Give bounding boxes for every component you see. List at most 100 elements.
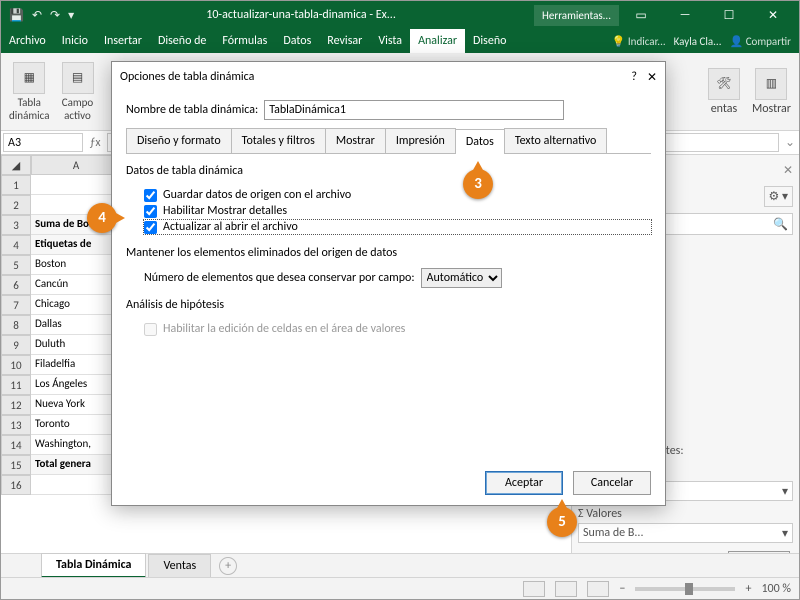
row-header[interactable]: 11	[1, 375, 31, 395]
cell[interactable]: Cancún	[31, 275, 121, 295]
close-icon[interactable]: ✕	[751, 1, 795, 29]
values-area-item[interactable]: Suma de B...▾	[578, 523, 793, 543]
row-header[interactable]: 1	[1, 175, 31, 195]
zoom-in-icon[interactable]: +	[745, 582, 751, 596]
row-header[interactable]: 7	[1, 295, 31, 315]
tab-inicio[interactable]: Inicio	[54, 29, 96, 53]
cell[interactable]: Etiquetas de	[31, 235, 121, 255]
dialog-help-icon[interactable]: ?	[631, 70, 637, 84]
share-button[interactable]: 👤 Compartir	[730, 35, 792, 48]
row-header[interactable]: 15	[1, 455, 31, 475]
quick-access-toolbar: 💾 ↶ ↷ ▾	[9, 8, 74, 23]
sheet-tab-bar: Tabla Dinámica Ventas +	[1, 553, 799, 577]
cell[interactable]	[31, 175, 121, 195]
num-items-select[interactable]: Automático	[421, 268, 502, 288]
row-header[interactable]: 10	[1, 355, 31, 375]
accept-button[interactable]: Aceptar	[485, 471, 563, 495]
row-header[interactable]: 6	[1, 275, 31, 295]
ribbon-options-icon[interactable]: ▭	[619, 1, 663, 29]
tell-me[interactable]: 💡 Indicar...	[612, 35, 666, 48]
chk-mostrar-detalles[interactable]: Habilitar Mostrar detalles	[144, 204, 651, 218]
dtab-totales-filtros[interactable]: Totales y filtros	[231, 128, 326, 153]
maximize-icon[interactable]: ☐	[707, 1, 751, 29]
cell[interactable]: Nueva York	[31, 395, 121, 415]
new-sheet-button[interactable]: +	[219, 557, 237, 575]
ribbon-group-campo-activo[interactable]: ▤ Campo activo	[62, 62, 94, 122]
sheet-tab-ventas[interactable]: Ventas	[148, 554, 211, 577]
row-header[interactable]: 5	[1, 255, 31, 275]
cell[interactable]: Total genera	[31, 455, 121, 475]
values-area-label: Σ Valores	[578, 507, 793, 521]
row-header[interactable]: 12	[1, 395, 31, 415]
qat-more-icon[interactable]: ▾	[68, 8, 74, 23]
show-icon: ▥	[755, 68, 787, 100]
pivot-table-icon: ▦	[13, 62, 45, 94]
fx-icon[interactable]: ƒx	[85, 131, 105, 154]
cancel-button[interactable]: Cancelar	[573, 471, 651, 495]
pivot-options-dialog: Opciones de tabla dinámica ? ✕ Nombre de…	[111, 61, 666, 506]
row-header[interactable]: 4	[1, 235, 31, 255]
cell[interactable]	[31, 475, 121, 495]
tab-insertar[interactable]: Insertar	[96, 29, 150, 53]
tab-formulas[interactable]: Fórmulas	[214, 29, 275, 53]
tab-datos[interactable]: Datos	[275, 29, 319, 53]
zoom-out-icon[interactable]: −	[619, 582, 625, 596]
dtab-impresion[interactable]: Impresión	[385, 128, 456, 153]
cell[interactable]: Dallas	[31, 315, 121, 335]
row-header[interactable]: 16	[1, 475, 31, 495]
dtab-diseno-formato[interactable]: Diseño y formato	[126, 128, 232, 153]
section-analisis-hipotesis: Análisis de hipótesis	[126, 298, 651, 312]
cell[interactable]: Washington,	[31, 435, 121, 455]
cell[interactable]: Boston	[31, 255, 121, 275]
cell[interactable]: Los Ángeles	[31, 375, 121, 395]
sheet-tab-tabla-dinamica[interactable]: Tabla Dinámica	[41, 553, 146, 578]
dtab-texto-alternativo[interactable]: Texto alternativo	[504, 128, 608, 153]
zoom-level[interactable]: 100 %	[761, 582, 791, 596]
tab-analizar[interactable]: Analizar	[410, 29, 465, 53]
minimize-icon[interactable]: —	[663, 1, 707, 29]
chk-guardar-datos[interactable]: Guardar datos de origen con el archivo	[144, 188, 651, 202]
tools-icon: 🛠	[708, 68, 740, 100]
row-header[interactable]: 14	[1, 435, 31, 455]
tab-revisar[interactable]: Revisar	[319, 29, 370, 53]
pane-close-icon[interactable]: ✕	[783, 163, 793, 178]
select-all-corner[interactable]: ◢	[1, 155, 31, 175]
cell[interactable]: Filadelfia	[31, 355, 121, 375]
view-normal-icon[interactable]	[523, 581, 545, 597]
redo-icon[interactable]: ↷	[50, 8, 60, 23]
tab-diseno-pagina[interactable]: Diseño de	[150, 29, 214, 53]
title-bar: 💾 ↶ ↷ ▾ 10-actualizar-una-tabla-dinamica…	[1, 1, 799, 29]
col-header-a[interactable]: A	[31, 155, 121, 175]
tab-diseno[interactable]: Diseño	[465, 29, 514, 53]
dtab-datos[interactable]: Datos	[455, 129, 505, 154]
undo-icon[interactable]: ↶	[32, 8, 42, 23]
row-header[interactable]: 8	[1, 315, 31, 335]
view-pagebreak-icon[interactable]	[587, 581, 609, 597]
ribbon-group-mostrar[interactable]: ▥ Mostrar	[752, 68, 791, 116]
cell[interactable]: Toronto	[31, 415, 121, 435]
view-layout-icon[interactable]	[555, 581, 577, 597]
name-box[interactable]	[3, 133, 83, 152]
ribbon-tabs: Archivo Inicio Insertar Diseño de Fórmul…	[1, 29, 799, 53]
ribbon-group-herramientas[interactable]: 🛠 entas	[708, 68, 740, 116]
cell[interactable]: Duluth	[31, 335, 121, 355]
cell[interactable]: Chicago	[31, 295, 121, 315]
dtab-mostrar[interactable]: Mostrar	[325, 128, 386, 153]
tab-archivo[interactable]: Archivo	[1, 29, 54, 53]
zoom-slider[interactable]	[635, 587, 735, 591]
user-name[interactable]: Kayla Cla...	[674, 35, 722, 48]
ribbon-group-tabla-dinamica[interactable]: ▦ Tabla dinámica	[9, 62, 50, 122]
pane-gear-icon[interactable]: ⚙ ▾	[764, 186, 794, 207]
pivot-name-input[interactable]	[264, 100, 564, 120]
chk-actualizar-abrir[interactable]: Actualizar al abrir el archivo	[144, 220, 651, 234]
tab-vista[interactable]: Vista	[370, 29, 410, 53]
save-icon[interactable]: 💾	[9, 8, 24, 23]
row-header[interactable]: 13	[1, 415, 31, 435]
formula-expand-icon[interactable]: ⌄	[781, 131, 799, 154]
dialog-close-icon[interactable]: ✕	[647, 70, 657, 85]
row-header[interactable]: 9	[1, 335, 31, 355]
section-mantener-elementos: Mantener los elementos eliminados del or…	[126, 246, 651, 260]
row-header[interactable]: 3	[1, 215, 31, 235]
row-header[interactable]: 2	[1, 195, 31, 215]
contextual-tab-label: Herramientas...	[534, 5, 619, 26]
